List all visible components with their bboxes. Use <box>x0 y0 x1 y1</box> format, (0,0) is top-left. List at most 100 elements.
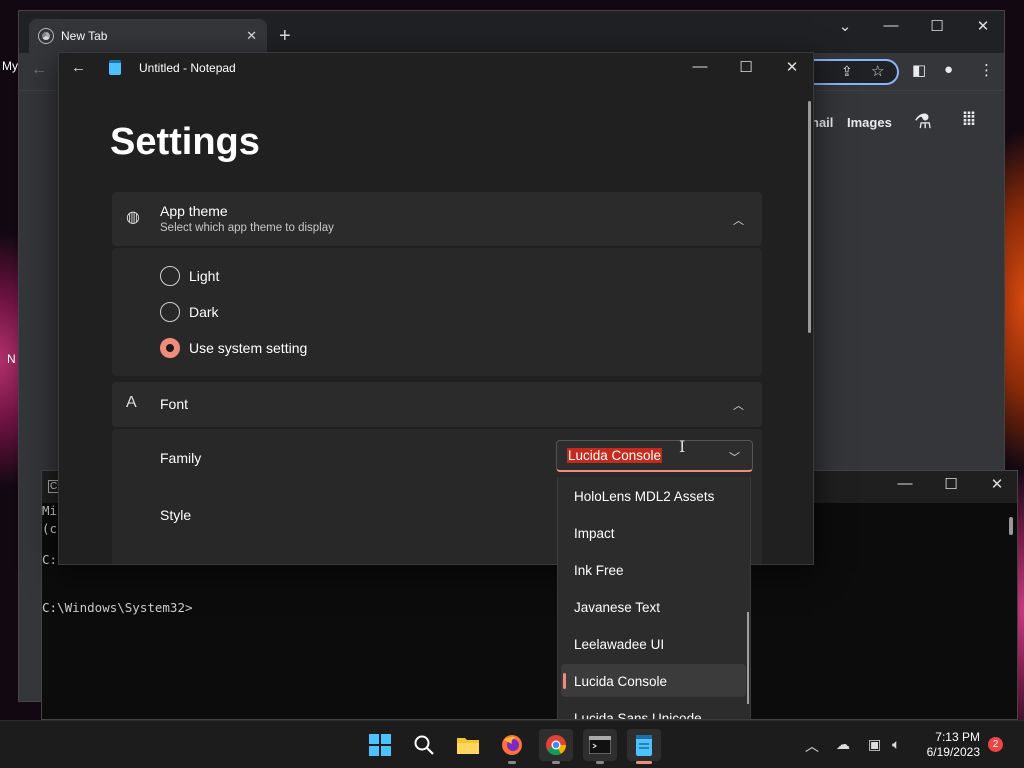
labs-flask-icon[interactable]: ⚗ <box>914 109 932 134</box>
running-indicator <box>552 761 560 764</box>
console-output-line: C: <box>42 552 58 567</box>
app-theme-options: Light Dark Use system setting <box>112 248 762 376</box>
chrome-favicon-icon <box>38 28 54 44</box>
notepad-close-button[interactable]: ✕ <box>769 58 813 76</box>
taskbar: ︿ ☁ ▣ 🔈︎ 7:13 PM 6/19/2023 2 <box>0 720 1024 768</box>
tab-close-icon[interactable]: ✕ <box>246 28 257 44</box>
chevron-up-icon[interactable]: ︿ <box>733 212 744 228</box>
folder-icon <box>457 738 479 754</box>
dropdown-scrollbar[interactable] <box>747 612 749 704</box>
running-indicator <box>596 761 604 764</box>
dropdown-item[interactable]: Lucida Sans Unicode <box>561 701 746 719</box>
radio-button[interactable] <box>160 266 180 286</box>
notepad-taskbar-button[interactable] <box>627 729 661 764</box>
dropdown-item[interactable]: Impact <box>561 516 746 549</box>
dropdown-item[interactable]: Javanese Text <box>561 590 746 623</box>
combobox-selected-text[interactable]: Lucida Console <box>567 448 663 463</box>
radio-label: Use system setting <box>189 340 308 356</box>
font-title: Font <box>160 396 189 412</box>
chrome-taskbar-button[interactable] <box>539 729 573 764</box>
radio-button-selected[interactable] <box>160 338 180 358</box>
notepad-maximize-button[interactable]: ☐ <box>723 58 769 76</box>
app-theme-title: App theme <box>160 203 228 219</box>
text-cursor-icon: I <box>679 437 686 456</box>
back-arrow-icon[interactable]: ← <box>31 61 47 79</box>
dropdown-item-selected[interactable]: Lucida Console <box>561 664 746 697</box>
firefox-button[interactable] <box>495 729 529 764</box>
settings-scrollbar[interactable] <box>808 101 811 333</box>
chevron-up-icon[interactable]: ︿ <box>733 397 744 413</box>
console-output-line: (c <box>42 521 58 536</box>
family-label: Family <box>160 450 202 466</box>
images-link[interactable]: Images <box>847 115 892 130</box>
font-family-combobox[interactable]: Lucida Console ﹀ <box>556 440 753 472</box>
clock[interactable]: 7:13 PM 6/19/2023 <box>918 730 980 760</box>
file-explorer-button[interactable] <box>451 729 485 761</box>
chrome-menu-icon[interactable]: ⋮ <box>979 61 994 79</box>
radio-use-system-setting[interactable]: Use system setting <box>160 338 307 358</box>
chrome-minimize-button[interactable]: — <box>868 17 914 34</box>
console-close-button[interactable]: ✕ <box>974 475 1020 493</box>
windows-logo-icon <box>369 734 391 756</box>
window-title: Untitled - Notepad <box>139 61 236 75</box>
active-indicator <box>636 761 652 764</box>
apps-grid-icon[interactable]: ⁞⁞⁞ <box>962 109 976 130</box>
side-panel-icon[interactable]: ◧ <box>912 61 926 79</box>
notepad-minimize-button[interactable]: — <box>677 58 723 75</box>
command-prompt-icon <box>589 736 611 754</box>
app-theme-expander[interactable]: ◍ App theme Select which app theme to di… <box>112 192 762 246</box>
font-family-dropdown[interactable]: HoloLens MDL2 Assets Impact Ink Free Jav… <box>557 477 751 720</box>
chrome-close-button[interactable]: ✕ <box>960 17 1006 35</box>
console-scrollbar[interactable] <box>1009 517 1013 535</box>
radio-label: Dark <box>189 304 219 320</box>
radio-dark[interactable]: Dark <box>160 302 219 322</box>
chevron-up-icon[interactable]: ︿ <box>805 736 819 756</box>
start-button[interactable] <box>363 729 397 761</box>
notepad-icon <box>636 735 652 756</box>
tab-search-button[interactable]: ⌄ <box>822 17 868 35</box>
style-label: Style <box>160 507 192 523</box>
chrome-tab-title: New Tab <box>61 29 108 43</box>
share-icon[interactable]: ⇪ <box>841 63 853 80</box>
desktop-fragment-text: My <box>2 59 18 73</box>
terminal-taskbar-button[interactable] <box>583 729 617 764</box>
console-maximize-button[interactable]: ☐ <box>928 475 974 493</box>
chrome-icon <box>546 735 567 756</box>
radio-button[interactable] <box>160 302 180 322</box>
network-icon[interactable]: ▣ <box>868 736 881 753</box>
notepad-app-icon <box>109 60 121 75</box>
radio-light[interactable]: Light <box>160 266 219 286</box>
volume-icon[interactable]: 🔈︎ <box>892 736 900 753</box>
radio-label: Light <box>189 268 220 284</box>
chrome-tab-new-tab[interactable]: New Tab ✕ <box>29 19 267 53</box>
desktop-fragment-text: N <box>7 352 16 366</box>
new-tab-button[interactable]: + <box>279 25 291 48</box>
app-theme-subtitle: Select which app theme to display <box>160 222 334 234</box>
dropdown-item[interactable]: HoloLens MDL2 Assets <box>561 479 746 512</box>
gmail-link[interactable]: nail <box>811 115 833 130</box>
firefox-icon <box>502 735 522 755</box>
running-indicator <box>508 761 516 764</box>
onedrive-icon[interactable]: ☁ <box>836 736 850 753</box>
back-arrow-icon[interactable]: ← <box>71 59 86 76</box>
font-icon: A <box>126 394 137 411</box>
dropdown-item[interactable]: Leelawadee UI <box>561 627 746 660</box>
clock-time: 7:13 PM <box>935 730 980 744</box>
console-prompt[interactable]: C:\Windows\System32> <box>42 600 193 615</box>
search-icon <box>414 735 434 755</box>
console-output-line: Mi <box>42 503 58 518</box>
page-title: Settings <box>110 121 260 163</box>
bookmark-star-icon[interactable]: ☆ <box>871 62 884 80</box>
profile-icon[interactable]: ● <box>944 61 953 78</box>
notification-badge[interactable]: 2 <box>988 737 1003 752</box>
console-minimize-button[interactable]: — <box>882 475 928 492</box>
dropdown-item[interactable]: Ink Free <box>561 553 746 586</box>
font-expander[interactable]: A Font ︿ <box>112 382 762 427</box>
omnibox[interactable]: ⇪ ☆ <box>811 59 899 85</box>
search-button[interactable] <box>407 729 441 761</box>
clock-date: 6/19/2023 <box>926 745 980 759</box>
chrome-maximize-button[interactable]: ☐ <box>914 17 960 35</box>
chevron-down-icon[interactable]: ﹀ <box>729 449 740 465</box>
notepad-titlebar: ← Untitled - Notepad — ☐ ✕ <box>59 53 813 85</box>
palette-icon: ◍ <box>126 209 140 226</box>
